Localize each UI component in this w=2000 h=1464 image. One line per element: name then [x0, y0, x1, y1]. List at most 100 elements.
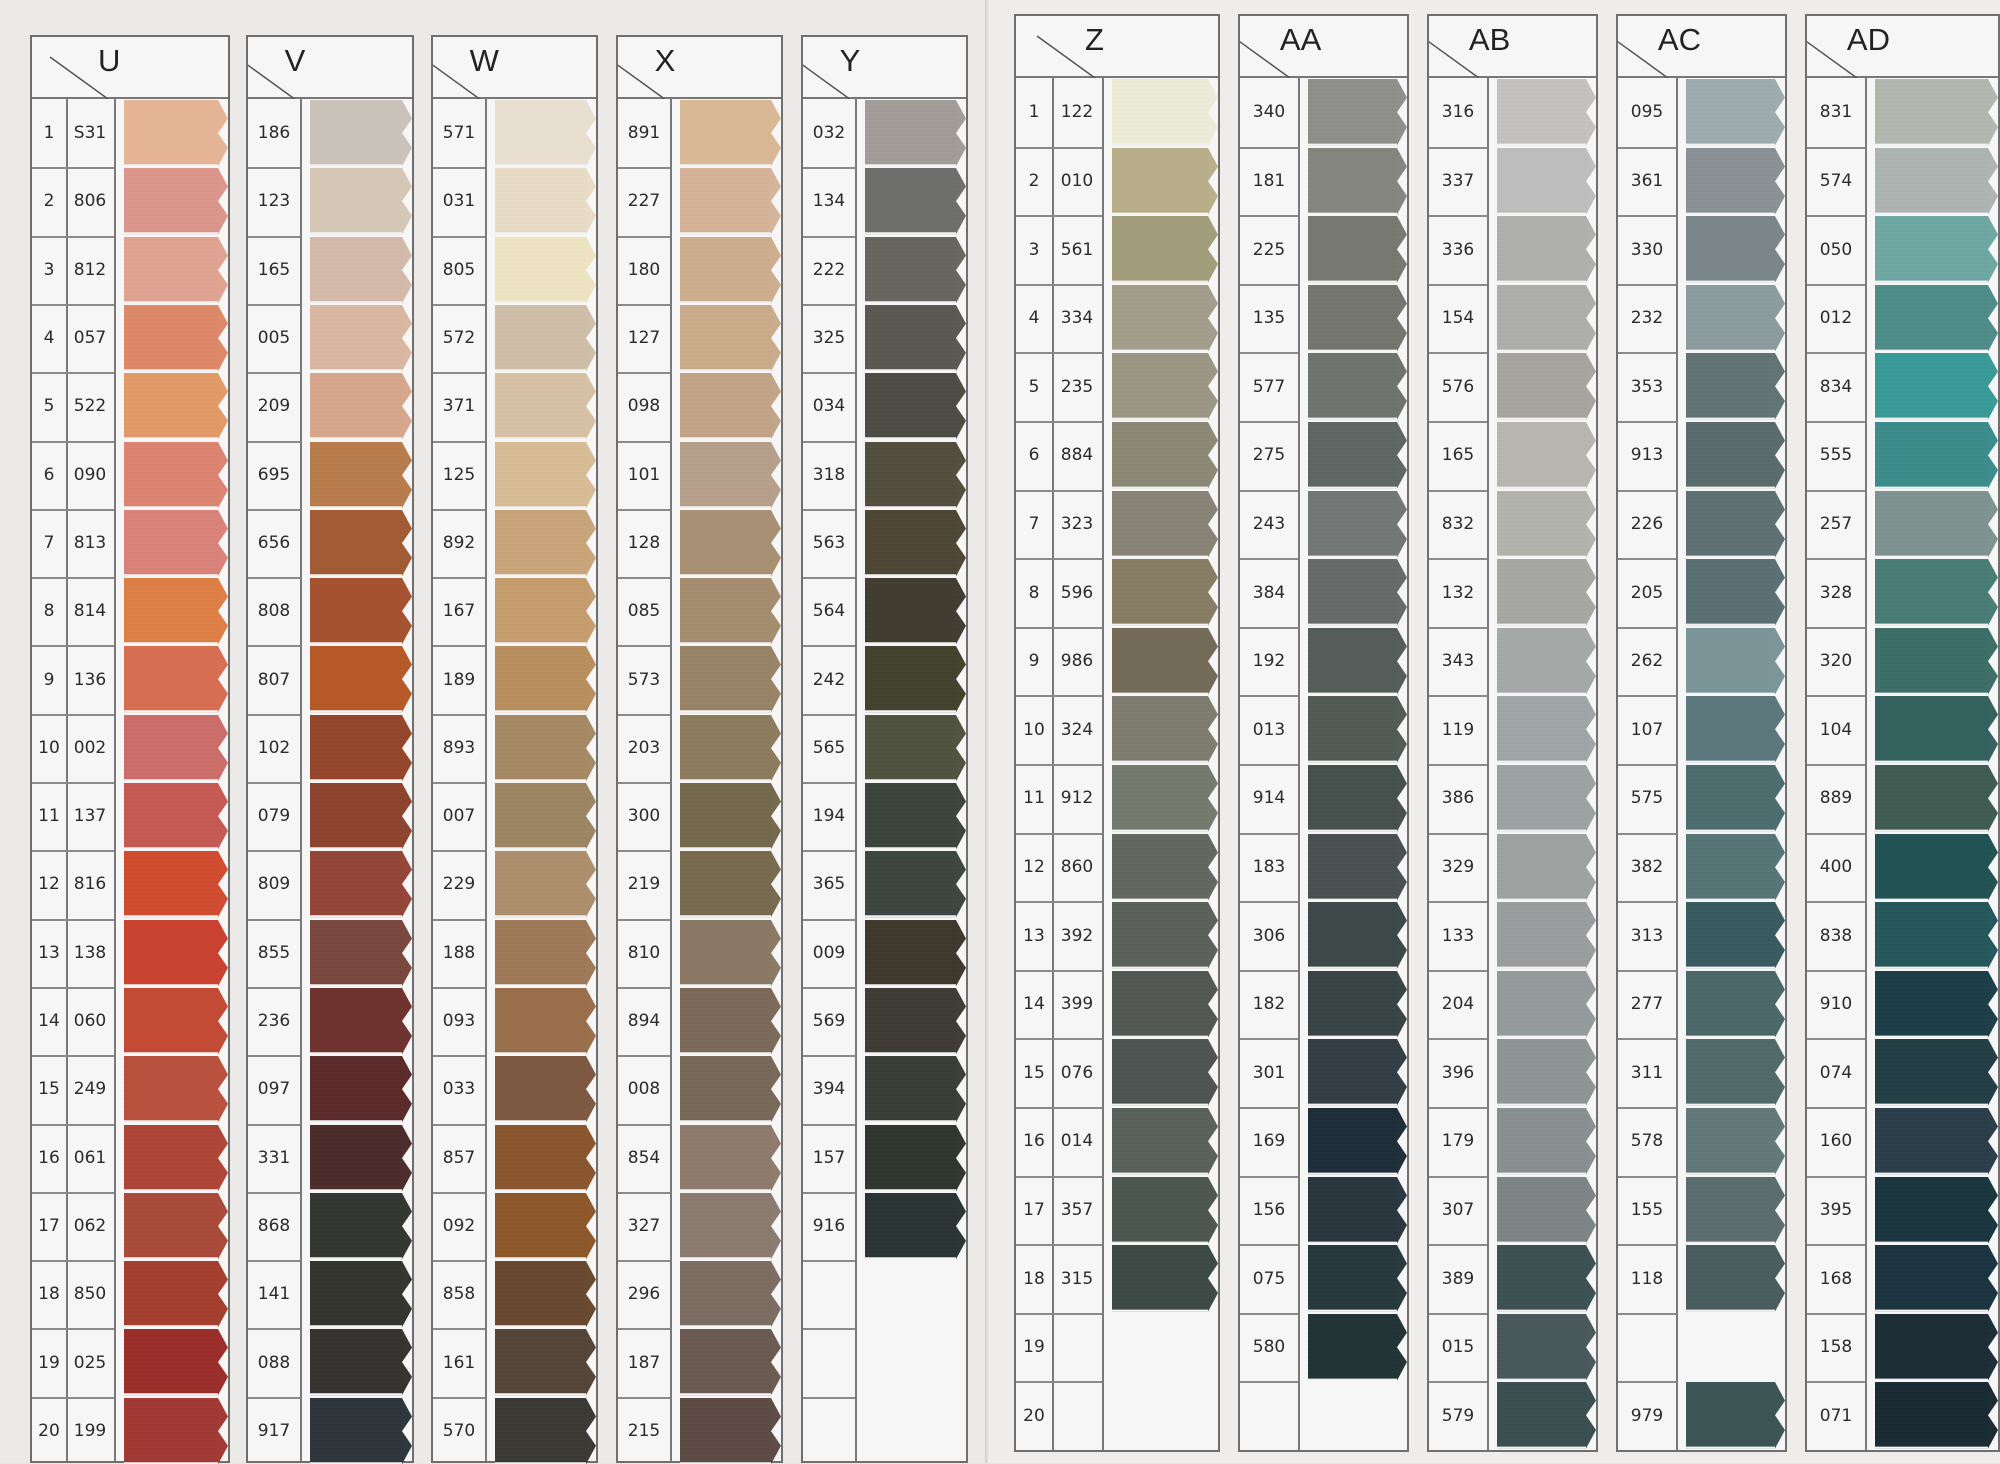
thread-swatch	[1112, 696, 1218, 763]
thread-code: 134	[812, 191, 846, 212]
row-divider	[1618, 558, 1676, 561]
row-number: 7	[43, 532, 55, 553]
thread-code: 382	[1630, 856, 1664, 877]
swatch-fill	[1497, 147, 1596, 215]
row-number: 11	[38, 806, 60, 827]
thread-swatch	[680, 646, 781, 713]
thread-swatch	[865, 851, 966, 918]
row-divider	[32, 782, 114, 784]
swatch-fill	[680, 578, 781, 645]
thread-code: 328	[1819, 582, 1853, 603]
column-letter: AC	[1657, 22, 1701, 57]
row-number: 18	[1023, 1268, 1045, 1289]
thread-code: 831	[1819, 102, 1853, 123]
swatch-fill	[865, 509, 966, 577]
color-card: U 1 S31 2 806 3 812 4 057 5 522 6 090 7 813 8 814 9 136 10 0…	[0, 0, 2000, 1464]
thread-swatch	[310, 783, 412, 850]
row-divider	[618, 372, 670, 375]
thread-code: 399	[1060, 994, 1094, 1015]
thread-swatch	[310, 1261, 412, 1328]
row-divider	[1429, 764, 1487, 766]
row-number: 10	[38, 737, 60, 758]
thread-swatch	[1686, 970, 1785, 1038]
row-divider	[248, 1123, 300, 1126]
row-divider	[1240, 1381, 1298, 1384]
row-divider	[433, 440, 485, 443]
thread-swatch	[865, 987, 966, 1055]
row-divider	[1807, 695, 1865, 698]
swatch-fill	[1875, 1245, 1998, 1312]
row-divider	[803, 167, 855, 170]
row-divider	[803, 986, 855, 989]
thread-code: 353	[1630, 376, 1664, 397]
swatch-fill	[865, 100, 966, 167]
row-divider	[618, 986, 670, 989]
thread-code: 892	[442, 532, 476, 553]
thread-code: 235	[1060, 376, 1094, 397]
swatch-fill	[865, 987, 966, 1055]
row-divider	[1807, 215, 1865, 218]
thread-code: 007	[442, 806, 476, 827]
thread-swatch	[310, 578, 412, 645]
row-divider	[618, 1260, 670, 1263]
thread-swatch	[495, 1329, 596, 1396]
swatch-fill	[865, 919, 966, 986]
thread-code: 323	[1060, 513, 1094, 534]
thread-code: 249	[73, 1079, 107, 1100]
header-diagonal	[433, 64, 481, 99]
row-number: 15	[1023, 1062, 1045, 1083]
swatch-fill	[1308, 284, 1407, 352]
row-divider	[248, 440, 300, 443]
thread-swatch	[1686, 216, 1785, 283]
swatch-fill	[680, 304, 781, 372]
thread-code: 138	[73, 942, 107, 963]
row-divider	[1807, 489, 1865, 492]
row-number: 8	[1028, 582, 1040, 603]
swatch-fill	[495, 646, 596, 713]
swatch-fill	[1308, 1108, 1407, 1175]
thread-code: 580	[1252, 1337, 1286, 1358]
swatch-fill	[1112, 422, 1218, 489]
swatch-fill	[680, 987, 781, 1055]
thread-code: 563	[812, 532, 846, 553]
thread-swatch	[310, 1056, 412, 1123]
swatch-fill	[310, 919, 412, 986]
row-divider	[803, 508, 855, 511]
thread-swatch	[495, 646, 596, 713]
thread-swatch	[310, 1124, 412, 1191]
thread-code: 102	[257, 737, 291, 758]
swatch-fill	[1112, 79, 1218, 146]
thread-code: 917	[257, 1420, 291, 1441]
thread-swatch	[1875, 833, 1998, 901]
swatch-fill	[1112, 1245, 1218, 1312]
thread-swatch	[1112, 79, 1218, 146]
thread-code: 855	[257, 942, 291, 963]
thread-swatch	[1686, 79, 1785, 146]
swatch-fill	[495, 304, 596, 372]
thread-code: 155	[1630, 1199, 1664, 1220]
row-divider	[1016, 215, 1102, 218]
row-divider	[803, 850, 855, 853]
swatch-fill	[495, 1124, 596, 1191]
thread-code: 807	[257, 669, 291, 690]
swatch-fill	[680, 1192, 781, 1260]
thread-swatch	[124, 441, 228, 508]
swatch-fill	[865, 783, 966, 850]
row-divider	[1618, 969, 1676, 972]
column-header: X	[618, 37, 781, 99]
row-divider	[433, 508, 485, 511]
row-divider	[1618, 832, 1676, 835]
swatch-fill	[1308, 902, 1407, 969]
thread-swatch	[495, 373, 596, 440]
swatch-fill	[1497, 696, 1596, 763]
header-diagonal	[1036, 35, 1096, 78]
thread-code: 169	[1252, 1131, 1286, 1152]
header-diagonal	[618, 64, 666, 99]
row-divider	[1429, 1175, 1487, 1178]
thread-swatch	[1686, 1039, 1785, 1106]
row-divider	[1618, 695, 1676, 698]
swatch-fill	[310, 1261, 412, 1328]
header-diagonal	[248, 64, 296, 99]
row-divider	[1807, 969, 1865, 972]
thread-code: 002	[73, 737, 107, 758]
